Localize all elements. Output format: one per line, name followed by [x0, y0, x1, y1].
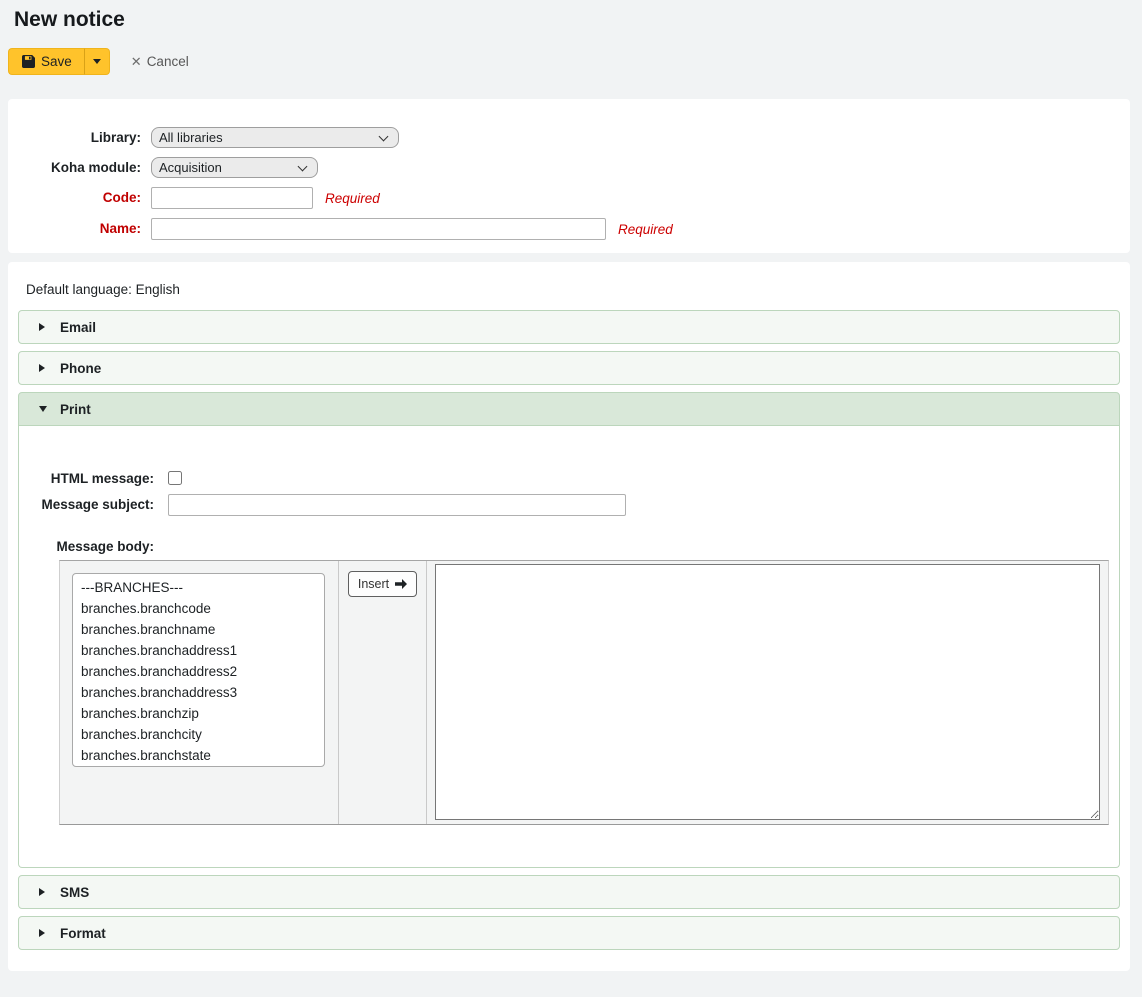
name-label: Name:	[8, 218, 141, 236]
accordion-phone-label: Phone	[60, 361, 101, 376]
accordion-print-label: Print	[60, 402, 91, 417]
save-dropdown-toggle[interactable]	[84, 48, 110, 75]
insert-field-option[interactable]: branches.branchaddress3	[73, 682, 324, 703]
html-message-label: HTML message:	[19, 470, 154, 486]
notice-content-card: Default language: English Email Phone Pr…	[8, 262, 1130, 971]
code-input[interactable]	[151, 187, 313, 209]
default-language: Default language: English	[26, 282, 1120, 298]
koha-module-label: Koha module:	[8, 157, 141, 175]
insert-button-label: Insert	[358, 577, 389, 591]
accordion-sms-label: SMS	[60, 885, 89, 900]
insert-button-cell: Insert	[339, 561, 427, 824]
insert-field-option[interactable]: ---BRANCHES---	[73, 577, 324, 598]
page-title: New notice	[14, 7, 1142, 33]
accordion-email-label: Email	[60, 320, 96, 335]
print-section-panel: HTML message: Message subject: Message b…	[18, 426, 1120, 868]
caret-right-icon	[39, 364, 45, 372]
accordion-format-label: Format	[60, 926, 106, 941]
accordion-header-format[interactable]: Format	[18, 916, 1120, 950]
floppy-disk-icon	[22, 55, 35, 68]
save-split-button: Save	[8, 48, 110, 75]
insert-fields-listbox[interactable]: ---BRANCHES---branches.branchcodebranche…	[72, 573, 325, 767]
accordion-header-sms[interactable]: SMS	[18, 875, 1120, 909]
message-body-label: Message body:	[19, 536, 154, 554]
insert-field-option[interactable]: branches.branchaddress2	[73, 661, 324, 682]
caret-down-icon	[39, 406, 47, 412]
html-message-checkbox[interactable]	[168, 471, 182, 485]
name-required-hint: Required	[618, 218, 673, 237]
insert-field-option[interactable]: branches.branchzip	[73, 703, 324, 724]
insert-button[interactable]: Insert	[348, 571, 417, 597]
save-button[interactable]: Save	[8, 48, 84, 75]
default-language-value: English	[136, 282, 180, 297]
message-subject-label: Message subject:	[19, 494, 154, 512]
insert-field-option[interactable]: branches.branchstate	[73, 745, 324, 766]
message-body-cell	[427, 561, 1108, 824]
save-button-label: Save	[41, 54, 72, 69]
default-language-label: Default language:	[26, 282, 132, 297]
caret-right-icon	[39, 323, 45, 331]
field-list-cell: ---BRANCHES---branches.branchcodebranche…	[60, 561, 339, 824]
notice-details-card: Library: All libraries Koha module: Acqu…	[8, 99, 1130, 253]
cancel-button[interactable]: ✕ Cancel	[131, 54, 189, 70]
code-label: Code:	[8, 187, 141, 205]
message-body-textarea[interactable]	[435, 564, 1100, 820]
cancel-button-label: Cancel	[147, 54, 189, 69]
caret-right-icon	[39, 929, 45, 937]
accordion-header-email[interactable]: Email	[18, 310, 1120, 344]
caret-down-icon	[93, 59, 101, 64]
insert-field-option[interactable]: branches.branchcity	[73, 724, 324, 745]
caret-right-icon	[39, 888, 45, 896]
koha-module-select[interactable]: Acquisition	[151, 157, 318, 178]
toolbar: Save ✕ Cancel	[8, 48, 1142, 75]
code-required-hint: Required	[325, 187, 380, 206]
insert-field-option[interactable]: branches.branchaddress1	[73, 640, 324, 661]
insert-field-option[interactable]: branches.branchname	[73, 619, 324, 640]
close-icon: ✕	[131, 54, 142, 70]
message-body-editor-table: ---BRANCHES---branches.branchcodebranche…	[59, 560, 1109, 825]
message-subject-input[interactable]	[168, 494, 626, 516]
library-label: Library:	[8, 127, 141, 145]
name-input[interactable]	[151, 218, 606, 240]
library-select[interactable]: All libraries	[151, 127, 399, 148]
accordion-header-print[interactable]: Print	[18, 392, 1120, 426]
insert-field-option[interactable]: branches.branchcode	[73, 598, 324, 619]
accordion-header-phone[interactable]: Phone	[18, 351, 1120, 385]
arrow-right-icon	[395, 579, 407, 589]
